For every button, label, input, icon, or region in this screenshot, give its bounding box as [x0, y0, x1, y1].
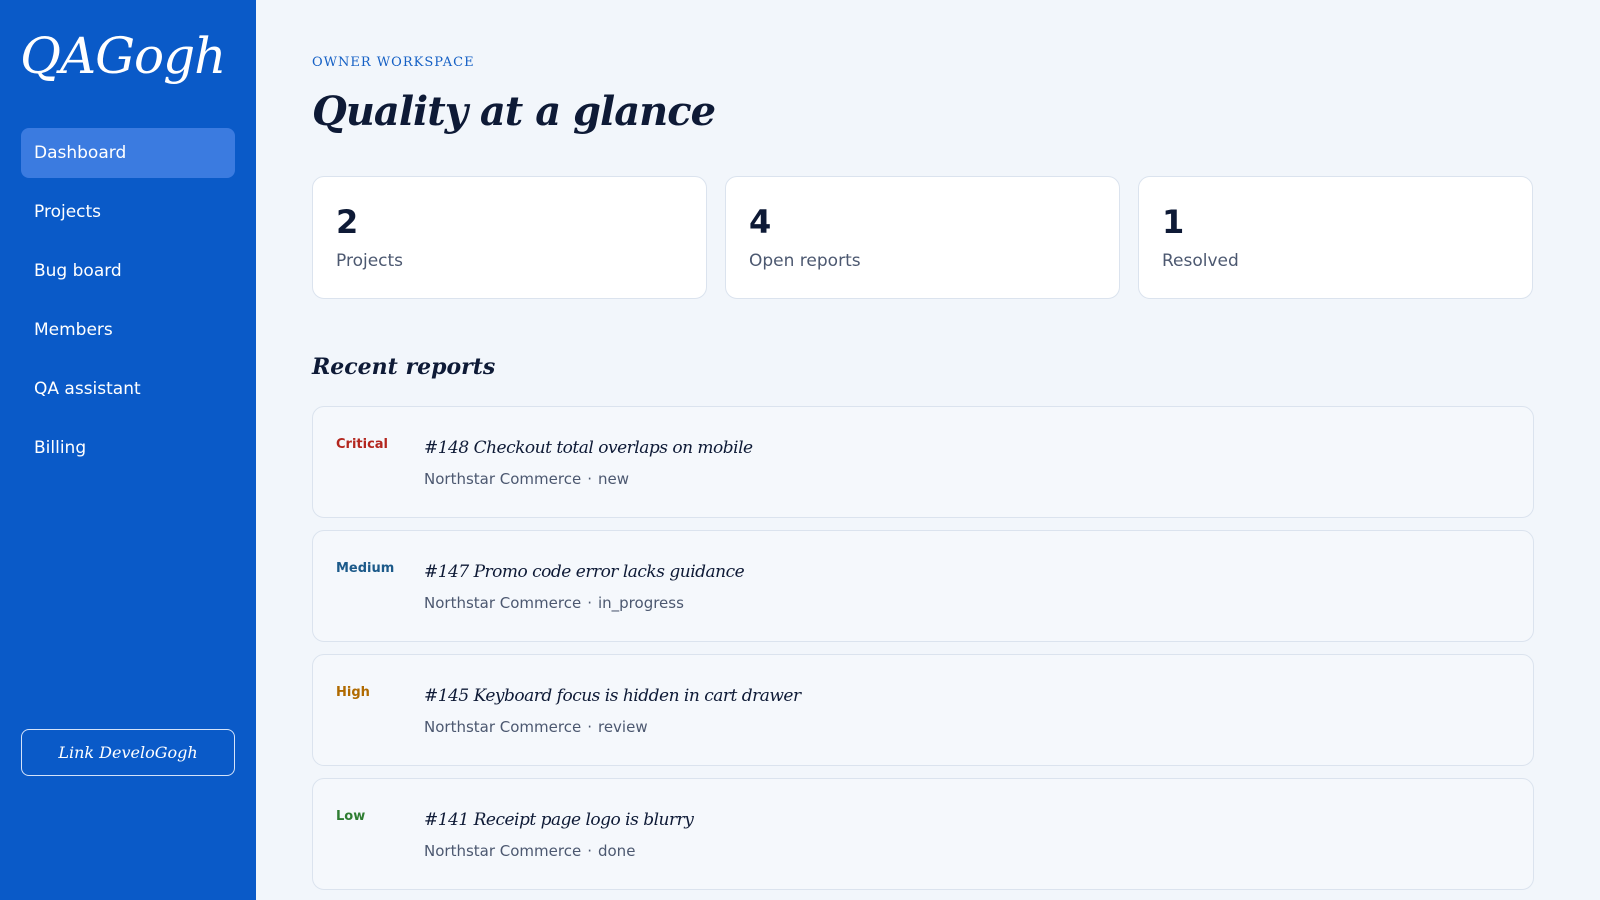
report-meta: Northstar Commerce · done [424, 842, 635, 860]
stat-label: Open reports [749, 251, 861, 271]
severity-badge: Critical [336, 437, 389, 452]
sidebar-item-qa-assistant[interactable]: QA assistant [21, 364, 235, 414]
recent-reports-title: Recent reports [312, 354, 496, 380]
stat-label: Resolved [1162, 251, 1239, 271]
workspace-eyebrow: OWNER WORKSPACE [312, 55, 475, 70]
meta-separator: · [587, 842, 592, 860]
report-project: Northstar Commerce [424, 718, 582, 736]
sidebar-item-members[interactable]: Members [21, 305, 235, 355]
sidebar-nav: Dashboard Projects Bug board Members QA … [21, 128, 235, 482]
stat-value: 4 [749, 203, 772, 241]
report-meta: Northstar Commerce · in_progress [424, 594, 684, 612]
meta-separator: · [587, 594, 592, 612]
report-status: review [597, 718, 648, 736]
report-item[interactable]: High #145 Keyboard focus is hidden in ca… [312, 654, 1534, 766]
stat-value: 1 [1162, 203, 1185, 241]
report-project: Northstar Commerce [424, 594, 582, 612]
link-develogogh-button[interactable]: Link DeveloGogh [21, 729, 235, 776]
report-title[interactable]: #141 Receipt page logo is blurry [424, 808, 694, 832]
stat-label: Projects [336, 251, 404, 271]
stat-value: 2 [336, 203, 359, 241]
sidebar-item-dashboard[interactable]: Dashboard [21, 128, 235, 178]
severity-badge: Low [336, 809, 366, 824]
main-content: OWNER WORKSPACE Quality at a glance 2 Pr… [312, 0, 1534, 900]
report-status: new [597, 470, 629, 488]
sidebar: QAGogh Dashboard Projects Bug board Memb… [0, 0, 256, 900]
severity-badge: Medium [336, 561, 395, 576]
severity-badge: High [336, 685, 370, 700]
stat-card-open-reports: 4 Open reports [725, 176, 1120, 299]
report-item[interactable]: Medium #147 Promo code error lacks guida… [312, 530, 1534, 642]
app-logo[interactable]: QAGogh [20, 24, 226, 88]
report-status: in_progress [597, 594, 684, 612]
report-meta: Northstar Commerce · review [424, 718, 648, 736]
meta-separator: · [587, 470, 592, 488]
report-project: Northstar Commerce [424, 842, 582, 860]
stat-card-projects: 2 Projects [312, 176, 707, 299]
report-item[interactable]: Critical #148 Checkout total overlaps on… [312, 406, 1534, 518]
report-title[interactable]: #148 Checkout total overlaps on mobile [424, 436, 753, 460]
report-meta: Northstar Commerce · new [424, 470, 629, 488]
sidebar-item-projects[interactable]: Projects [21, 187, 235, 237]
sidebar-item-billing[interactable]: Billing [21, 423, 235, 473]
report-project: Northstar Commerce [424, 470, 582, 488]
report-status: done [597, 842, 636, 860]
report-title[interactable]: #147 Promo code error lacks guidance [424, 560, 745, 584]
page-title: Quality at a glance [312, 88, 716, 135]
meta-separator: · [587, 718, 592, 736]
report-title[interactable]: #145 Keyboard focus is hidden in cart dr… [424, 684, 801, 708]
stat-card-resolved: 1 Resolved [1138, 176, 1533, 299]
report-item[interactable]: Low #141 Receipt page logo is blurry Nor… [312, 778, 1534, 890]
sidebar-item-bug-board[interactable]: Bug board [21, 246, 235, 296]
stats-row: 2 Projects 4 Open reports 1 Resolved [312, 176, 1534, 299]
